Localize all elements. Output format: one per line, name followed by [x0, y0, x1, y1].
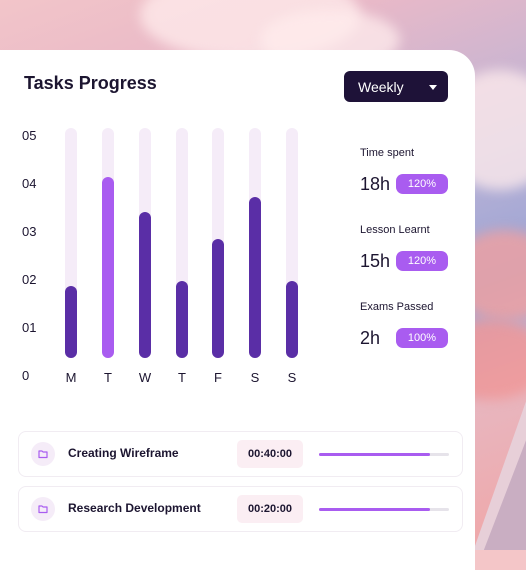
x-tick-label: T: [104, 370, 112, 385]
bar-3[interactable]: [176, 281, 188, 358]
bar-2[interactable]: [139, 212, 151, 358]
task-progress-bar: [319, 508, 449, 511]
task-time: 00:40:00: [237, 440, 303, 468]
bar-track: [249, 128, 261, 358]
period-dropdown-label: Weekly: [358, 79, 404, 95]
bar-track: [139, 128, 151, 358]
bar-6[interactable]: [286, 281, 298, 358]
x-tick-label: F: [214, 370, 222, 385]
task-name: Research Development: [68, 501, 201, 515]
y-tick-label: 02: [22, 272, 37, 287]
stat-label: Exams Passed: [360, 301, 434, 313]
task-progress-fill: [319, 508, 430, 511]
stat-value: 2h: [360, 328, 381, 348]
page-title: Tasks Progress: [24, 73, 157, 93]
bar-5[interactable]: [249, 197, 261, 358]
stat-value: 15h: [360, 251, 391, 271]
x-tick-label: M: [65, 370, 77, 385]
y-tick-label: 0: [22, 368, 30, 383]
bar-track: [176, 128, 188, 358]
bar-track: [212, 128, 224, 358]
stat-badge: 100%: [396, 328, 448, 348]
bar-0[interactable]: [65, 286, 77, 358]
task-row[interactable]: Research Development 00:20:00: [18, 486, 463, 532]
task-name: Creating Wireframe: [68, 446, 179, 460]
y-tick-label: 05: [22, 128, 37, 143]
bar-1[interactable]: [102, 177, 114, 358]
bar-track: [65, 128, 77, 358]
bar-4[interactable]: [212, 239, 224, 358]
task-row[interactable]: Creating Wireframe 00:40:00: [18, 431, 463, 477]
x-tick-label: S: [250, 370, 260, 385]
task-time: 00:20:00: [237, 495, 303, 523]
stat-badge: 120%: [396, 251, 448, 271]
y-tick-label: 01: [22, 320, 37, 335]
bar-track: [286, 128, 298, 358]
stat-label: Lesson Learnt: [360, 224, 430, 236]
stat-badge: 120%: [396, 174, 448, 194]
x-tick-label: W: [138, 370, 152, 385]
x-tick-label: S: [287, 370, 297, 385]
chevron-down-icon: [429, 85, 437, 90]
stat-value: 18h: [360, 174, 391, 194]
x-tick-label: T: [178, 370, 186, 385]
task-progress-bar: [319, 453, 449, 456]
task-progress-fill: [319, 453, 430, 456]
stat-label: Time spent: [360, 147, 415, 159]
period-dropdown[interactable]: Weekly: [344, 71, 448, 102]
y-tick-label: 04: [22, 176, 37, 191]
bar-track: [102, 128, 114, 358]
folder-icon: [31, 497, 55, 521]
folder-icon: [31, 442, 55, 466]
y-tick-label: 03: [22, 224, 37, 239]
